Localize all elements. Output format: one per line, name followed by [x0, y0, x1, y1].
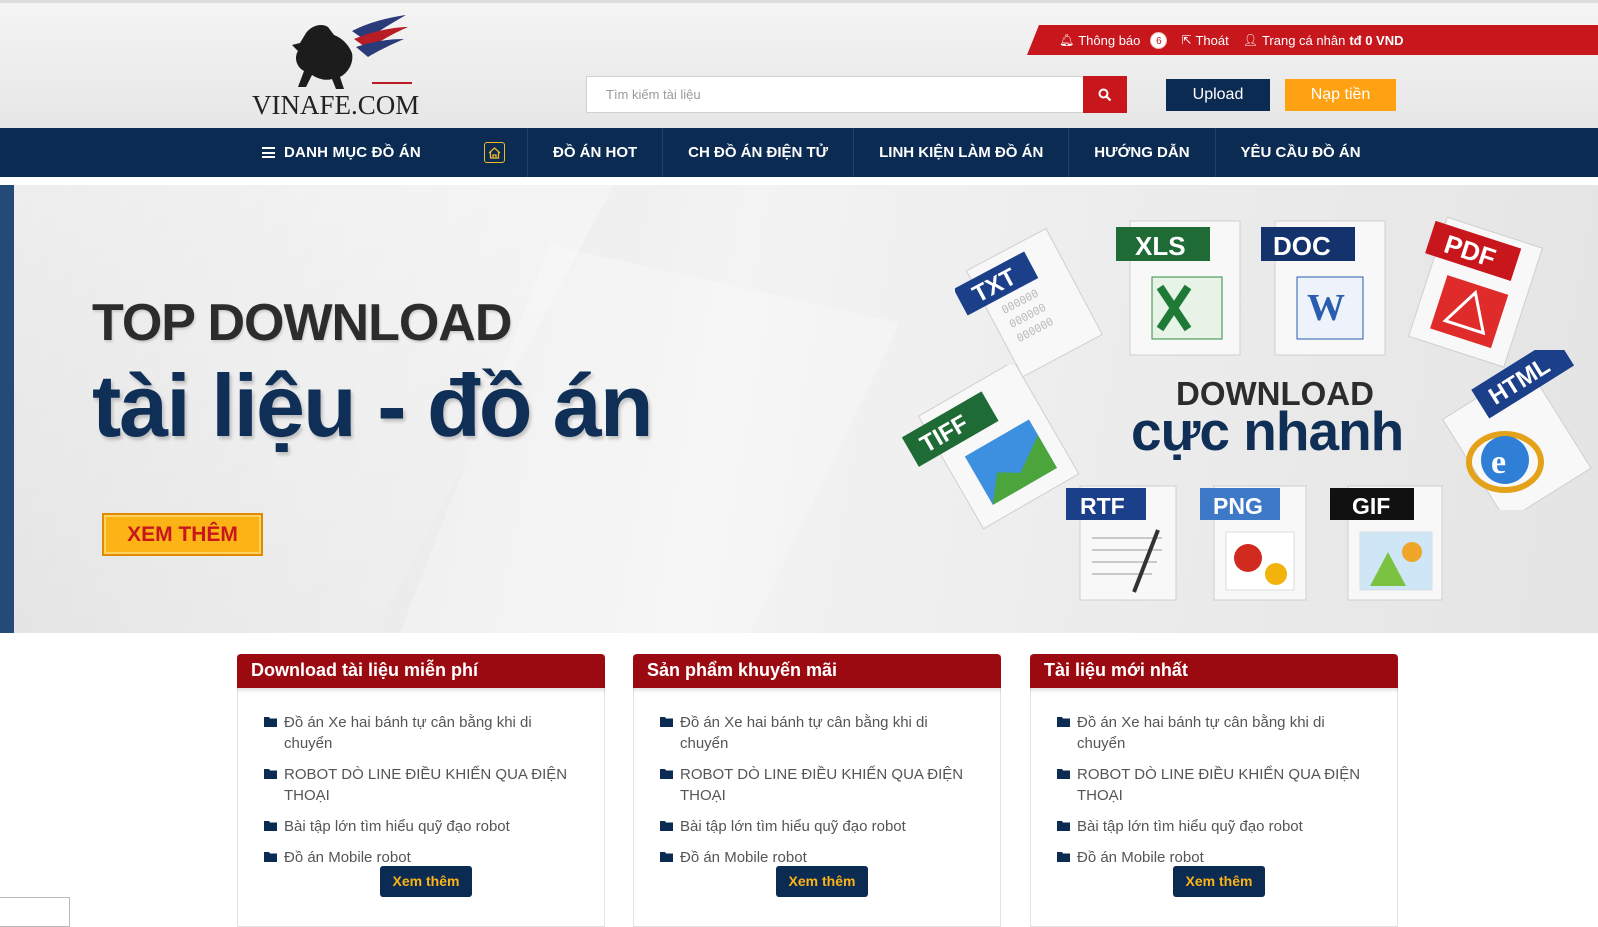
logout-link[interactable]: ⇱ Thoát [1181, 33, 1228, 48]
svg-text:RTF: RTF [1080, 493, 1125, 519]
notifications-count-badge: 6 [1150, 31, 1168, 49]
folder-icon [264, 852, 277, 862]
document-list: Đồ án Xe hai bánh tự cân bằng khi di chu… [660, 712, 970, 878]
promotions-box: Sản phẩm khuyến mãi Đồ án Xe hai bánh tự… [633, 654, 1001, 927]
folder-icon [660, 717, 673, 727]
see-more-button[interactable]: Xem thêm [1173, 866, 1265, 897]
list-item[interactable]: ROBOT DÒ LINE ĐIỀU KHIỂN QUA ĐIỆN THOẠI [1057, 764, 1367, 806]
list-item[interactable]: Đồ án Mobile robot [1057, 847, 1367, 868]
list-item[interactable]: Đồ án Xe hai bánh tự cân bằng khi di chu… [264, 712, 574, 754]
logout-label: Thoát [1195, 32, 1229, 48]
list-item[interactable]: ROBOT DÒ LINE ĐIỀU KHIỂN QUA ĐIỆN THOẠI [264, 764, 574, 806]
nav-item-do-an-hot[interactable]: ĐỒ ÁN HOT [527, 128, 662, 177]
nav-item-yeu-cau[interactable]: YÊU CẦU ĐỒ ÁN [1214, 128, 1386, 177]
site-logo[interactable]: VINAFE.COM [252, 13, 422, 123]
list-item[interactable]: Đồ án Xe hai bánh tự cân bằng khi di chu… [660, 712, 970, 754]
folder-icon [1057, 821, 1070, 831]
pdf-file-icon: PDF [1408, 216, 1544, 368]
chat-widget-tab[interactable] [0, 897, 70, 927]
banner-cta-button[interactable]: XEM THÊM [102, 513, 263, 556]
folder-icon [1057, 717, 1070, 727]
nav-item-linh-kien[interactable]: LINH KIỆN LÀM ĐỒ ÁN [853, 128, 1068, 177]
list-item[interactable]: Đồ án Mobile robot [264, 847, 574, 868]
svg-text:GIF: GIF [1352, 493, 1390, 519]
folder-icon [1057, 769, 1070, 779]
bell-icon: 🔔︎ [1059, 33, 1075, 47]
list-item[interactable]: Bài tập lớn tìm hiểu quỹ đạo robot [1057, 816, 1367, 837]
main-navigation: DANH MỤC ĐỒ ÁN ĐỒ ÁN HOT CH ĐỒ ÁN ĐIỆN T… [0, 128, 1598, 177]
user-icon: 👤︎ [1242, 33, 1258, 47]
doc-file-icon: DOC W [1261, 220, 1386, 356]
profile-label: Trang cá nhân [1261, 32, 1346, 48]
hero-banner[interactable]: TOP DOWNLOAD tài liệu - đồ án XEM THÊM 0… [0, 185, 1598, 633]
see-more-button[interactable]: Xem thêm [776, 866, 868, 897]
folder-icon [1057, 852, 1070, 862]
nav-item-huong-dan[interactable]: HƯỚNG DẪN [1068, 128, 1214, 177]
png-file-icon: PNG [1200, 485, 1307, 601]
logo-text: VINAFE.COM [252, 90, 420, 120]
folder-icon [264, 769, 277, 779]
logout-icon: ⇱ [1181, 33, 1192, 47]
folder-icon [660, 769, 673, 779]
banner-stripe [0, 185, 14, 633]
search-input[interactable] [586, 76, 1084, 113]
list-item[interactable]: Đồ án Xe hai bánh tự cân bằng khi di chu… [1057, 712, 1367, 754]
document-list: Đồ án Xe hai bánh tự cân bằng khi di chu… [264, 712, 574, 878]
user-topbar: 🔔︎ Thông báo 6 ⇱ Thoát 👤︎ Trang cá nhân … [1027, 25, 1598, 55]
banner-headline-top: TOP DOWNLOAD [92, 294, 512, 352]
profile-link[interactable]: 👤︎ Trang cá nhân tđ 0 VND [1243, 33, 1404, 48]
account-balance: tđ 0 VND [1349, 32, 1404, 48]
xls-file-icon: XLS [1116, 220, 1241, 356]
folder-icon [660, 852, 673, 862]
svg-text:W: W [1307, 287, 1345, 329]
svg-text:XLS: XLS [1135, 231, 1186, 261]
folder-icon [264, 717, 277, 727]
search-icon [1098, 88, 1112, 101]
hamburger-icon [262, 147, 275, 158]
latest-documents-box: Tài liệu mới nhất Đồ án Xe hai bánh tự c… [1030, 654, 1398, 927]
free-documents-box: Download tài liệu miễn phí Đồ án Xe hai … [237, 654, 605, 927]
list-item[interactable]: Bài tập lớn tìm hiểu quỹ đạo robot [264, 816, 574, 837]
category-menu-toggle[interactable]: DANH MỤC ĐỒ ÁN [262, 128, 421, 177]
tiff-file-icon: TIFF [901, 365, 1080, 530]
rtf-file-icon: RTF [1066, 485, 1177, 601]
nav-item-ch-do-an-dien-tu[interactable]: CH ĐỒ ÁN ĐIỆN TỬ [662, 128, 853, 177]
see-more-button[interactable]: Xem thêm [380, 866, 472, 897]
banner-headline-main: tài liệu - đồ án [92, 356, 654, 455]
svg-text:PNG: PNG [1213, 493, 1263, 519]
box-title: Download tài liệu miễn phí [237, 654, 605, 693]
html-file-icon: HTML e [1441, 350, 1592, 510]
banner-right-main: cực nhanh [1131, 400, 1404, 462]
list-item[interactable]: ROBOT DÒ LINE ĐIỀU KHIỂN QUA ĐIỆN THOẠI [660, 764, 970, 806]
upload-button[interactable]: Upload [1166, 79, 1270, 111]
notifications-link[interactable]: 🔔︎ Thông báo 6 [1059, 31, 1168, 49]
home-icon[interactable] [484, 142, 505, 163]
page: VINAFE.COM 🔔︎ Thông báo 6 ⇱ Thoát 👤︎ Tra… [0, 0, 1598, 927]
horse-logo-icon [292, 15, 412, 89]
gif-file-icon: GIF [1330, 485, 1443, 601]
svg-text:e: e [1491, 444, 1506, 481]
list-item[interactable]: Đồ án Mobile robot [660, 847, 970, 868]
notifications-label: Thông báo [1078, 32, 1141, 48]
svg-text:DOC: DOC [1273, 231, 1331, 261]
folder-icon [660, 821, 673, 831]
folder-icon [264, 821, 277, 831]
box-title: Tài liệu mới nhất [1030, 654, 1398, 693]
site-header: VINAFE.COM 🔔︎ Thông báo 6 ⇱ Thoát 👤︎ Tra… [0, 0, 1598, 128]
nav-menu: ĐỒ ÁN HOT CH ĐỒ ÁN ĐIỆN TỬ LINH KIỆN LÀM… [527, 128, 1386, 177]
txt-file-icon: 000000 000000 000000 000000 TXT [955, 227, 1103, 378]
box-title: Sản phẩm khuyến mãi [633, 654, 1001, 693]
list-item[interactable]: Bài tập lớn tìm hiểu quỹ đạo robot [660, 816, 970, 837]
document-list: Đồ án Xe hai bánh tự cân bằng khi di chu… [1057, 712, 1367, 878]
topup-button[interactable]: Nạp tiền [1285, 79, 1396, 111]
search-button[interactable] [1083, 76, 1127, 113]
category-menu-label: DANH MỤC ĐỒ ÁN [284, 144, 421, 161]
